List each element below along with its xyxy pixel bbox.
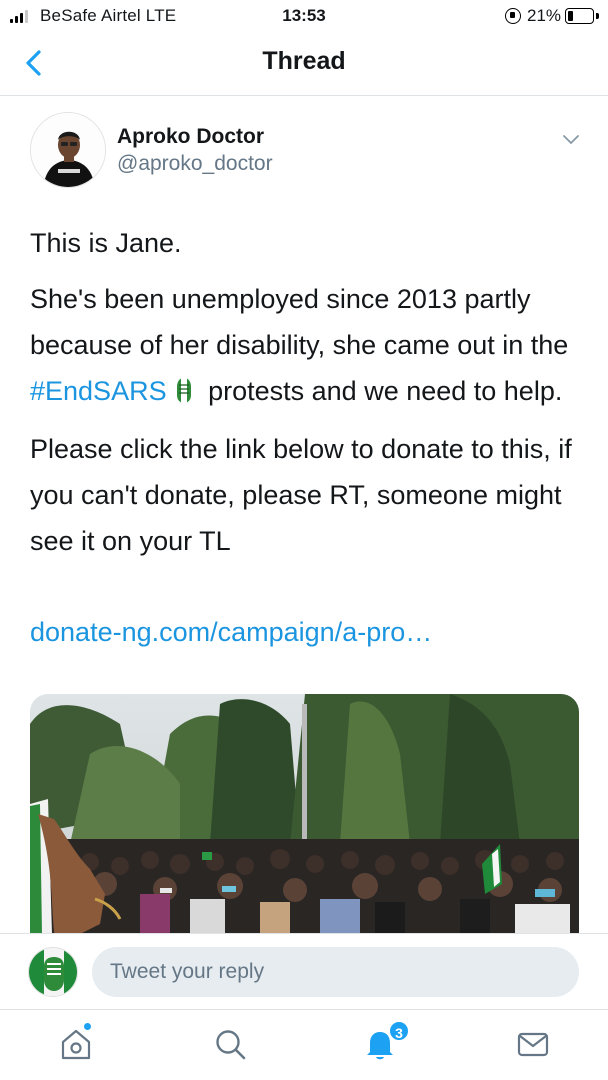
- mail-icon: [517, 1032, 549, 1057]
- page-title: Thread: [262, 47, 346, 75]
- status-bar: BeSafe Airtel LTE 13:53 21%: [0, 0, 608, 34]
- raised-fist-nigeria-icon: [171, 373, 197, 403]
- notification-count-badge: 3: [388, 1020, 410, 1042]
- battery-icon: [565, 8, 594, 24]
- new-tweets-indicator: [83, 1022, 92, 1031]
- user-avatar[interactable]: [28, 947, 78, 997]
- tweet-text-segment: She's been unemployed since 2013 partly …: [30, 284, 569, 360]
- battery-fill: [568, 11, 573, 21]
- tweet-paragraph: Please click the link below to donate to…: [30, 434, 572, 556]
- author-name[interactable]: Aproko Doctor: [117, 125, 264, 149]
- donation-link[interactable]: donate-ng.com/campaign/a-pro…: [30, 617, 432, 648]
- rotation-lock-icon: [505, 8, 521, 24]
- tab-search[interactable]: [212, 1026, 248, 1062]
- search-icon: [216, 1030, 246, 1060]
- battery-tip: [596, 13, 599, 19]
- tab-home[interactable]: [58, 1026, 94, 1062]
- tweet-paragraph: This is Jane.: [30, 228, 182, 258]
- tweet-paragraph: She's been unemployed since 2013 partly …: [30, 276, 590, 414]
- reply-bar: Tweet your reply: [0, 933, 608, 1009]
- author-handle[interactable]: @aproko_doctor: [117, 152, 273, 176]
- home-icon: [61, 1029, 91, 1060]
- reply-input[interactable]: Tweet your reply: [92, 947, 579, 997]
- chevron-down-icon: [563, 135, 579, 144]
- hashtag-link[interactable]: #EndSARS: [30, 376, 167, 406]
- battery-percent: 21%: [527, 6, 562, 25]
- tweet-text: This is Jane. She's been unemployed sinc…: [30, 220, 590, 576]
- tab-messages[interactable]: [515, 1026, 551, 1062]
- tweet-menu-button[interactable]: [560, 128, 582, 150]
- tweet-text-segment: protests and we need to help.: [200, 376, 563, 406]
- author-avatar[interactable]: [30, 112, 106, 188]
- nav-bar: Thread: [0, 34, 608, 96]
- protest-crowd-photo[interactable]: [30, 694, 579, 939]
- tab-bar: [0, 1009, 608, 1080]
